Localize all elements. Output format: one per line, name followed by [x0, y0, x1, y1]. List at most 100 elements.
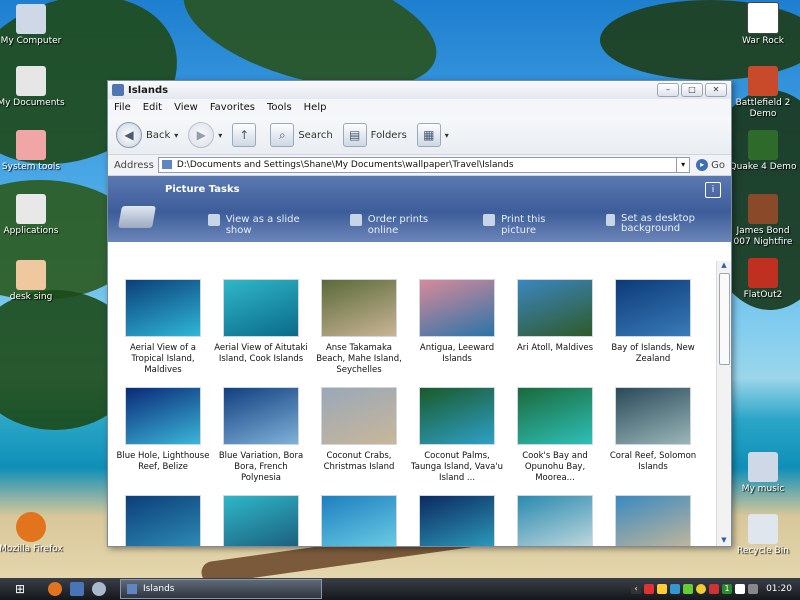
thumbnail-item[interactable]: Bay of Islands, New Zealand [604, 275, 702, 383]
thumbnail-image [223, 279, 299, 337]
tray-app-icon[interactable] [709, 584, 720, 594]
views-button[interactable]: ▦ ▾ [416, 123, 449, 147]
thumbnail-item[interactable]: Aerial View of Aitutaki Island, Cook Isl… [212, 275, 310, 383]
thumbnail-caption: Antigua, Leeward Islands [419, 343, 495, 364]
thumbnail-caption: Anse Takamaka Beach, Mahe Island, Seyche… [316, 343, 402, 375]
thumbnail-item[interactable]: Coconut Crabs, Christmas Island [310, 383, 408, 491]
tray-app-icon[interactable] [735, 584, 746, 594]
music-icon [748, 452, 778, 482]
thumbnail-item[interactable] [506, 491, 604, 546]
desktop-icon-war-rock[interactable]: War Rock [728, 2, 798, 47]
camera-icon [118, 206, 156, 228]
thumbnail-item[interactable]: Aerial View of a Tropical Island, Maldiv… [114, 275, 212, 383]
desktop-icon-battlefield[interactable]: Battlefield 2 Demo [728, 66, 798, 120]
chevron-down-icon[interactable]: ▾ [218, 131, 222, 140]
thumbnail-item[interactable]: Anse Takamaka Beach, Mahe Island, Seyche… [310, 275, 408, 383]
folders-icon: ▤ [342, 123, 367, 147]
thumbnail-caption: Coral Reef, Solomon Islands [609, 451, 697, 472]
forward-button[interactable]: ▶ ▾ [188, 122, 222, 148]
thumbnail-item[interactable] [408, 491, 506, 546]
maximize-button[interactable]: □ [681, 83, 703, 97]
task-slide-show[interactable]: View as a slide show [208, 214, 326, 236]
thumbnail-item[interactable]: Coral Reef, Solomon Islands [604, 383, 702, 491]
thumbnail-image [517, 279, 593, 337]
thumbnail-image [321, 495, 397, 546]
desktop-icon-my-music[interactable]: My music [728, 452, 798, 495]
quicklaunch-explorer-icon[interactable] [70, 582, 84, 596]
menu-edit[interactable]: Edit [143, 102, 162, 113]
desktop-icon-recycle-bin[interactable]: Recycle Bin [728, 514, 798, 557]
address-label: Address [114, 159, 154, 171]
scroll-down-arrow-icon[interactable]: ▼ [717, 536, 731, 546]
tray-arrow-icon[interactable]: ‹ [631, 584, 642, 594]
scroll-up-arrow-icon[interactable]: ▲ [717, 261, 731, 271]
tray-app-icon[interactable] [670, 584, 681, 594]
thumbnail-image [419, 387, 495, 445]
taskbar-item-islands[interactable]: Islands [120, 579, 322, 599]
info-icon[interactable]: i [705, 182, 721, 198]
thumbnail-item[interactable]: Ari Atoll, Maldives [506, 275, 604, 383]
menu-favorites[interactable]: Favorites [210, 102, 255, 113]
tray-app-icon[interactable] [644, 584, 655, 594]
desktop-icon-flatout[interactable]: FlatOut2 [728, 258, 798, 301]
thumbnail-item[interactable]: Blue Hole, Lighthouse Reef, Belize [114, 383, 212, 491]
thumbnail-item[interactable] [604, 491, 702, 546]
desktop-icon-applications[interactable]: Applications [0, 194, 66, 237]
thumbnail-item[interactable] [212, 491, 310, 546]
folder-icon [161, 160, 172, 169]
desktop-icon-my-computer[interactable]: My Computer [0, 4, 66, 47]
desktop-icon-firefox[interactable]: Mozilla Firefox [0, 512, 66, 555]
desktop-icon-quake[interactable]: Quake 4 Demo [728, 130, 798, 173]
quicklaunch-media-icon[interactable] [92, 582, 106, 596]
close-button[interactable]: ✕ [705, 83, 727, 97]
thumbnail-grid: Aerial View of a Tropical Island, Maldiv… [114, 275, 702, 546]
menu-view[interactable]: View [174, 102, 198, 113]
clock[interactable]: 01:20 [766, 584, 792, 594]
tray-app-icon[interactable] [657, 584, 668, 594]
search-button[interactable]: ⌕ Search [270, 123, 333, 147]
thumbnail-item[interactable] [114, 491, 212, 546]
go-button[interactable]: ▸ Go [696, 159, 725, 171]
thumbnail-item[interactable] [310, 491, 408, 546]
thumbnail-image [125, 387, 201, 445]
folder-icon [16, 194, 46, 224]
address-dropdown[interactable]: ▾ [676, 158, 689, 172]
back-arrow-icon: ◀ [116, 122, 142, 148]
task-order-prints[interactable]: Order prints online [350, 214, 459, 236]
thumbnail-caption: Coconut Crabs, Christmas Island [323, 451, 395, 472]
menu-help[interactable]: Help [304, 102, 327, 113]
tray-app-icon[interactable] [683, 584, 694, 594]
chevron-down-icon: ▾ [444, 130, 449, 140]
tray-number-icon[interactable]: 1 [722, 584, 733, 594]
title-bar[interactable]: Islands – □ ✕ [108, 81, 731, 99]
window-title: Islands [128, 84, 169, 96]
scrollbar-thumb[interactable] [719, 273, 730, 365]
address-input[interactable]: D:\Documents and Settings\Shane\My Docum… [157, 157, 691, 173]
desktop-icon-desk-sing[interactable]: desk sing [0, 260, 66, 303]
desktop-icon-james-bond[interactable]: James Bond 007 Nightfire [728, 194, 798, 248]
tray-smiley-icon[interactable] [696, 584, 707, 594]
thumbnail-item[interactable]: Antigua, Leeward Islands [408, 275, 506, 383]
computer-icon [16, 4, 46, 34]
desktop-icon-system-tools[interactable]: System tools [0, 130, 66, 173]
chevron-down-icon[interactable]: ▾ [174, 131, 178, 140]
quicklaunch-firefox-icon[interactable] [48, 582, 62, 596]
start-button[interactable]: ⊞ [0, 578, 40, 600]
thumbnail-image [615, 387, 691, 445]
folders-button[interactable]: ▤ Folders [342, 123, 407, 147]
back-button[interactable]: ◀ Back ▾ [116, 122, 178, 148]
up-button[interactable]: ↑ [232, 123, 260, 147]
desktop-icon-my-documents[interactable]: My Documents [0, 66, 66, 109]
thumbnail-item[interactable]: Blue Variation, Bora Bora, French Polyne… [212, 383, 310, 491]
task-print-picture[interactable]: Print this picture [483, 214, 581, 236]
thumbnail-caption: Blue Hole, Lighthouse Reef, Belize [116, 451, 210, 472]
menu-tools[interactable]: Tools [267, 102, 292, 113]
menu-file[interactable]: File [114, 102, 131, 113]
volume-icon[interactable] [748, 584, 759, 594]
minimize-button[interactable]: – [657, 83, 679, 97]
thumbnail-image [419, 279, 495, 337]
thumbnail-item[interactable]: Coconut Palms, Taunga Island, Vava'u Isl… [408, 383, 506, 491]
thumbnail-item[interactable]: Cook's Bay and Opunohu Bay, Moorea... [506, 383, 604, 491]
task-set-desktop-background[interactable]: Set as desktop background [605, 214, 707, 236]
vertical-scrollbar[interactable]: ▲ ▼ [716, 261, 731, 546]
